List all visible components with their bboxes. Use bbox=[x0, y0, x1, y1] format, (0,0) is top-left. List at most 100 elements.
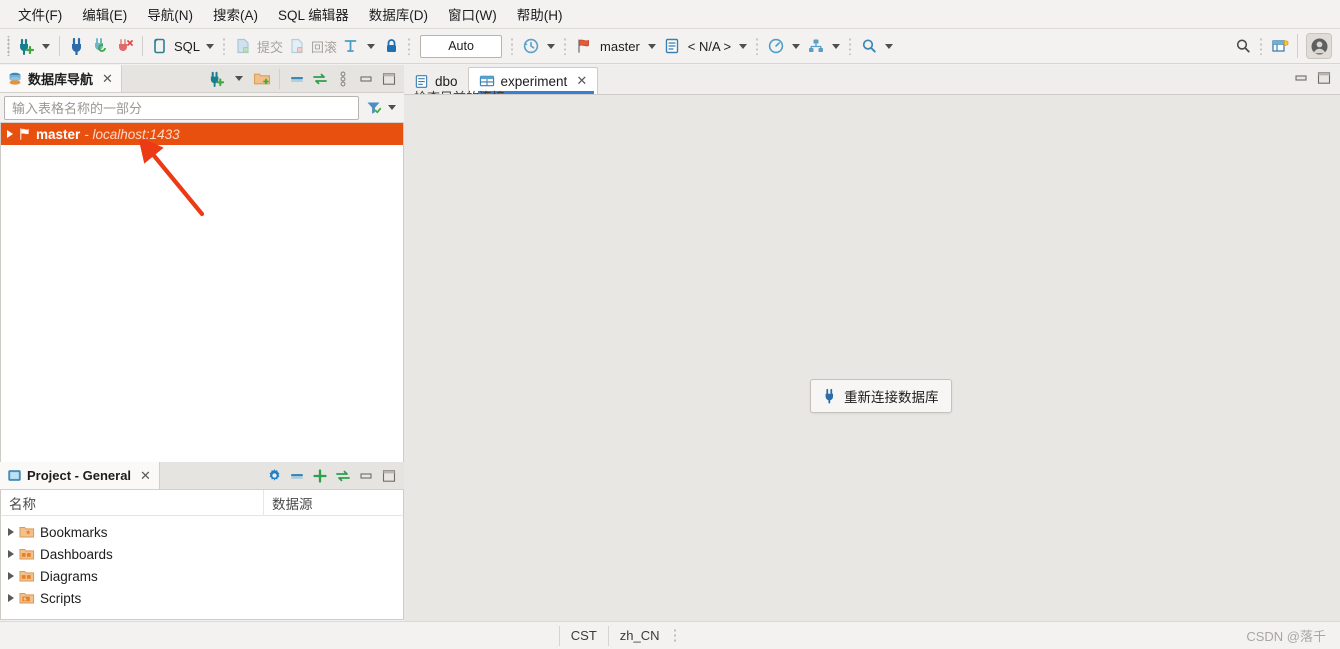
project-add-button[interactable] bbox=[309, 465, 331, 487]
chevron-right-icon[interactable] bbox=[8, 528, 14, 536]
active-schema-caret-icon[interactable] bbox=[739, 43, 748, 49]
tree-row-detail: - localhost:1433 bbox=[84, 126, 180, 142]
new-connection-caret-icon[interactable] bbox=[42, 43, 50, 49]
lock-icon bbox=[384, 37, 399, 55]
navigator-filter-settings-button[interactable] bbox=[362, 97, 384, 119]
commit-label[interactable]: 提交 bbox=[255, 37, 285, 56]
project-settings-button[interactable] bbox=[263, 465, 285, 487]
project-row-label: Scripts bbox=[40, 590, 82, 606]
sql-server-connection-icon bbox=[17, 127, 32, 142]
status-locale[interactable]: zh_CN bbox=[607, 625, 671, 646]
active-schema-icon-button[interactable] bbox=[660, 33, 684, 59]
data-transfer-button[interactable] bbox=[804, 33, 828, 59]
plug-refresh-icon bbox=[92, 37, 110, 55]
plug-plus-icon bbox=[208, 70, 225, 87]
commit-button[interactable] bbox=[231, 33, 255, 59]
database-navigator-tree[interactable]: master - localhost:1433 bbox=[0, 123, 404, 484]
toolbar-grip[interactable] bbox=[6, 36, 12, 56]
maximize-icon[interactable] bbox=[1316, 71, 1332, 85]
refresh-connection-button[interactable] bbox=[89, 33, 113, 59]
project-link-with-editor-button[interactable] bbox=[332, 465, 354, 487]
data-transfer-icon bbox=[807, 37, 825, 55]
menu-search[interactable]: 搜索(A) bbox=[203, 1, 268, 27]
plug-plus-icon bbox=[17, 37, 35, 55]
find-button[interactable] bbox=[857, 33, 881, 59]
global-search-button[interactable] bbox=[1231, 33, 1255, 59]
navigator-link-with-editor-button[interactable] bbox=[309, 68, 331, 90]
tree-row-master-connection[interactable]: master - localhost:1433 bbox=[1, 123, 403, 145]
status-resize-grip[interactable] bbox=[672, 627, 678, 644]
performance-caret-icon[interactable] bbox=[792, 43, 801, 49]
active-database-caret-icon[interactable] bbox=[647, 43, 656, 49]
navigator-maximize-button[interactable] bbox=[378, 68, 400, 90]
menu-edit[interactable]: 编辑(E) bbox=[72, 1, 137, 27]
query-history-caret-icon[interactable] bbox=[547, 43, 556, 49]
menu-window[interactable]: 窗口(W) bbox=[438, 1, 507, 27]
chevron-right-icon[interactable] bbox=[7, 130, 13, 138]
navigator-new-folder-button[interactable] bbox=[251, 68, 273, 90]
reconnect-database-button[interactable]: 重新连接数据库 bbox=[810, 379, 952, 413]
navigator-view-menu-button[interactable] bbox=[332, 68, 354, 90]
project-column-datasource[interactable]: 数据源 bbox=[263, 489, 403, 516]
new-connection-button[interactable] bbox=[14, 33, 38, 59]
navigator-filter-input[interactable]: 输入表格名称的一部分 bbox=[4, 95, 359, 120]
project-maximize-button[interactable] bbox=[378, 465, 400, 487]
menu-sql-editor[interactable]: SQL 编辑器 bbox=[268, 1, 359, 27]
lock-button[interactable] bbox=[379, 33, 403, 59]
bookmarks-folder-icon bbox=[19, 525, 35, 539]
menu-database[interactable]: 数据库(D) bbox=[359, 1, 438, 27]
link-with-editor-icon bbox=[334, 468, 352, 484]
navigator-minimize-button[interactable] bbox=[355, 68, 377, 90]
project-tree[interactable]: Bookmarks Dashboards Diagrams Scripts bbox=[0, 516, 404, 620]
sql-label[interactable]: SQL bbox=[172, 39, 202, 54]
close-icon[interactable]: ✕ bbox=[576, 73, 587, 89]
toolbar-separator bbox=[1297, 34, 1298, 58]
toolbar-dots bbox=[848, 37, 854, 55]
disconnect-button[interactable] bbox=[113, 33, 137, 59]
chevron-right-icon[interactable] bbox=[8, 594, 14, 602]
project-column-name[interactable]: 名称 bbox=[1, 493, 263, 513]
database-navigator-icon bbox=[7, 71, 23, 87]
new-sql-editor-button[interactable] bbox=[148, 33, 172, 59]
data-transfer-caret-icon[interactable] bbox=[832, 43, 841, 49]
minimize-icon[interactable] bbox=[1293, 71, 1309, 85]
status-timezone[interactable]: CST bbox=[558, 625, 608, 646]
sql-caret-icon[interactable] bbox=[206, 43, 215, 49]
menu-file[interactable]: 文件(F) bbox=[8, 1, 72, 27]
user-avatar-icon bbox=[1310, 37, 1329, 56]
tree-row-label: master bbox=[36, 126, 81, 142]
close-icon[interactable]: ✕ bbox=[140, 468, 151, 484]
find-caret-icon[interactable] bbox=[885, 43, 894, 49]
transaction-mode-button[interactable] bbox=[339, 33, 363, 59]
rollback-button[interactable] bbox=[285, 33, 309, 59]
active-database-value[interactable]: master bbox=[596, 39, 644, 54]
performance-monitor-button[interactable] bbox=[764, 33, 788, 59]
rollback-label[interactable]: 回滚 bbox=[309, 37, 339, 56]
project-minimize-button[interactable] bbox=[355, 465, 377, 487]
project-collapse-all-button[interactable] bbox=[286, 465, 308, 487]
open-perspective-button[interactable] bbox=[1268, 33, 1293, 59]
navigator-filter-caret-icon[interactable] bbox=[388, 105, 396, 110]
connect-button[interactable] bbox=[65, 33, 89, 59]
tab-project-general[interactable]: Project - General ✕ bbox=[0, 462, 160, 489]
menu-help[interactable]: 帮助(H) bbox=[507, 1, 573, 27]
active-datasource-icon-button[interactable] bbox=[572, 33, 596, 59]
chevron-right-icon[interactable] bbox=[8, 550, 14, 558]
project-row-diagrams[interactable]: Diagrams bbox=[1, 565, 403, 587]
menu-navigate[interactable]: 导航(N) bbox=[137, 1, 203, 27]
navigator-collapse-all-button[interactable] bbox=[286, 68, 308, 90]
tab-database-navigator[interactable]: 数据库导航 ✕ bbox=[0, 65, 122, 92]
project-row-dashboards[interactable]: Dashboards bbox=[1, 543, 403, 565]
user-account-button[interactable] bbox=[1306, 33, 1332, 59]
transaction-mode-caret-icon[interactable] bbox=[367, 43, 376, 49]
query-history-button[interactable] bbox=[519, 33, 543, 59]
chevron-right-icon[interactable] bbox=[8, 572, 14, 580]
project-row-scripts[interactable]: Scripts bbox=[1, 587, 403, 609]
maximize-icon bbox=[381, 72, 397, 86]
navigator-new-connection-button[interactable] bbox=[205, 68, 227, 90]
close-icon[interactable]: ✕ bbox=[102, 71, 113, 87]
auto-commit-field[interactable]: Auto bbox=[420, 34, 503, 58]
project-row-bookmarks[interactable]: Bookmarks bbox=[1, 521, 403, 543]
navigator-new-connection-caret[interactable] bbox=[228, 68, 250, 90]
active-schema-value[interactable]: < N/A > bbox=[684, 39, 735, 54]
